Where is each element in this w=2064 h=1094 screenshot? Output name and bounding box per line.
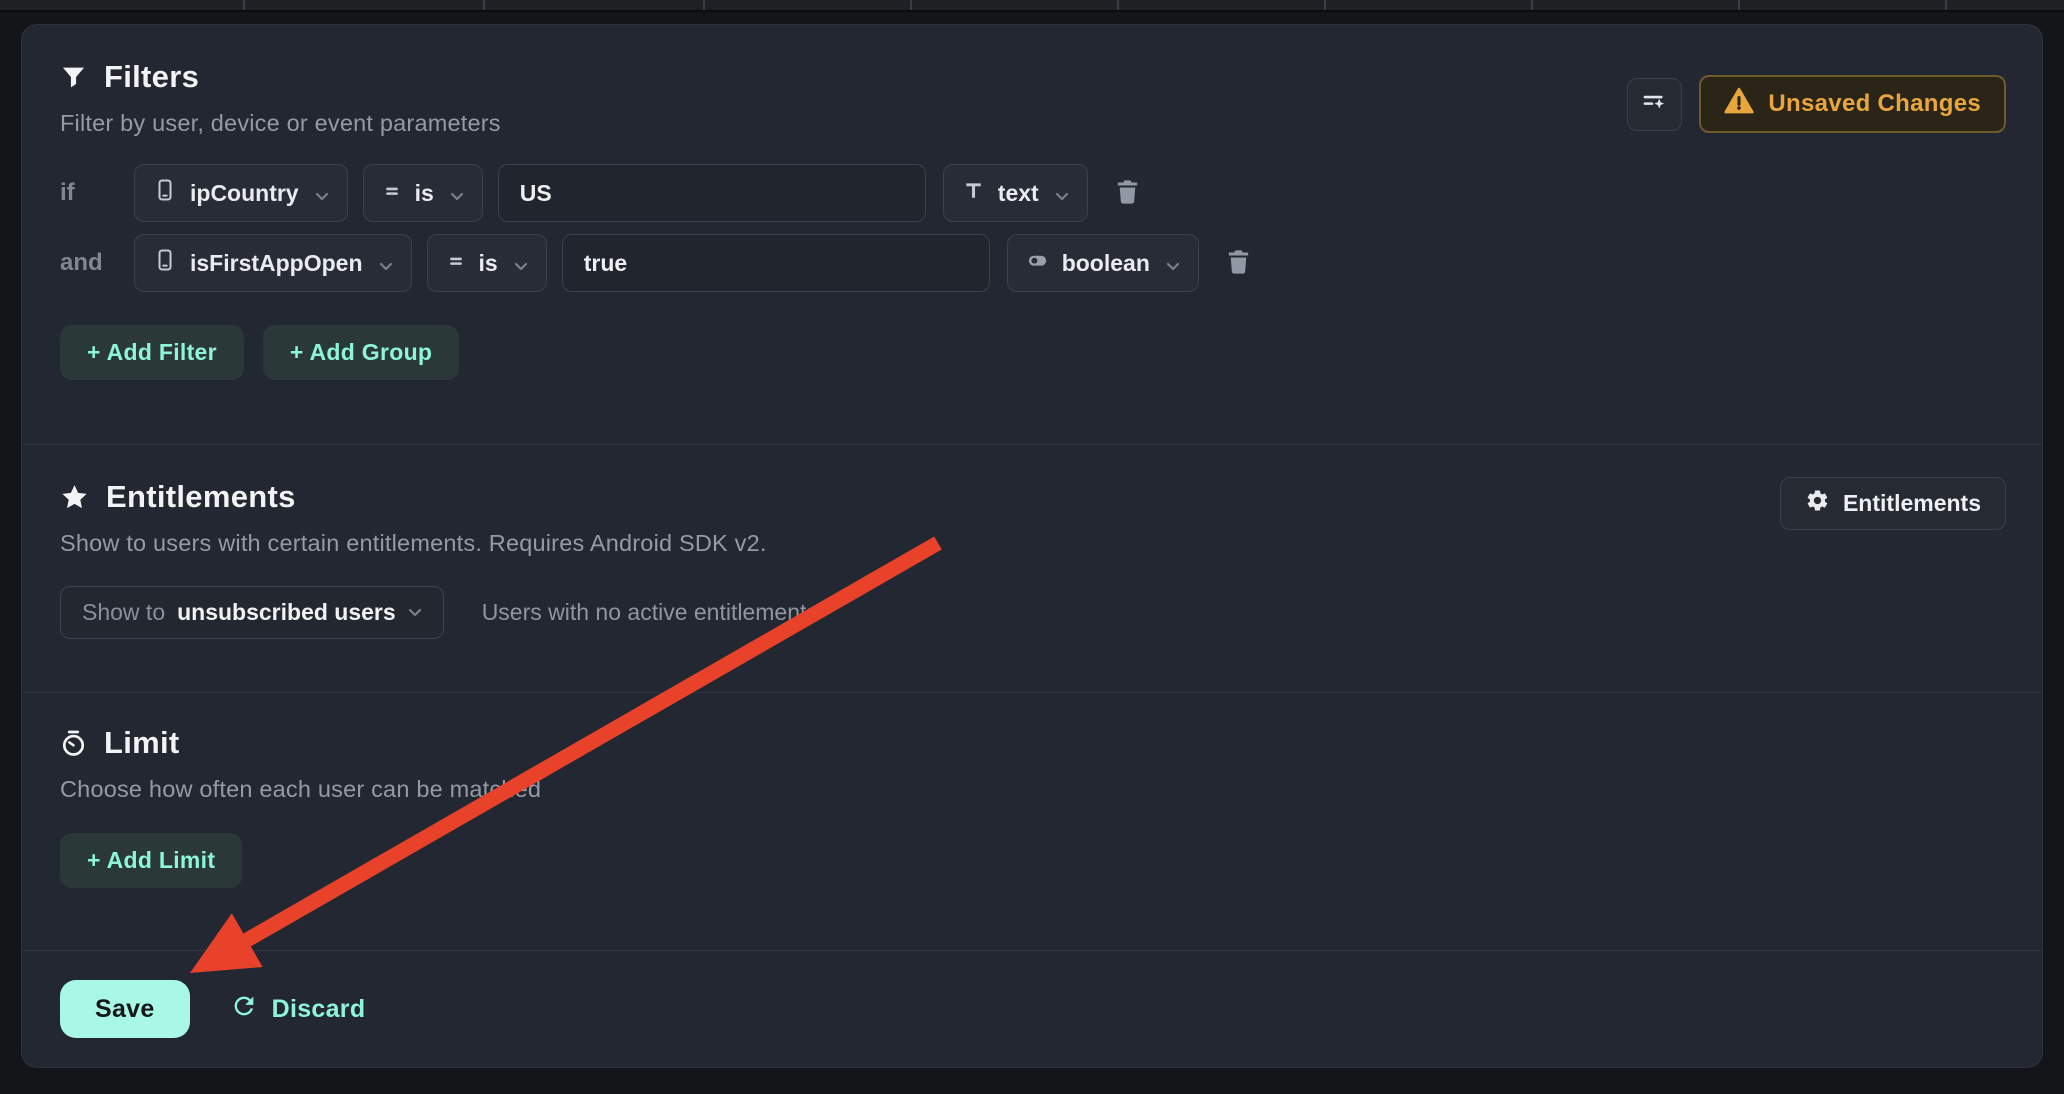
filters-title: Filters <box>104 59 199 95</box>
smartphone-icon <box>153 248 177 278</box>
entitlements-section: Entitlements Show to users with certain … <box>22 445 2042 692</box>
entitlements-title: Entitlements <box>106 479 296 515</box>
operator-select[interactable]: is <box>427 234 547 292</box>
gear-icon <box>1805 488 1830 519</box>
equals-icon <box>382 180 402 207</box>
entitlements-settings-button[interactable]: Entitlements <box>1780 477 2006 530</box>
trash-icon <box>1224 247 1253 279</box>
conjunction-label: if <box>60 179 134 207</box>
type-select-value: text <box>998 180 1039 207</box>
limit-subtitle: Choose how often each user can be matche… <box>60 776 2004 803</box>
type-select[interactable]: boolean <box>1007 234 1199 292</box>
unsaved-changes-label: Unsaved Changes <box>1768 90 1981 118</box>
filter-row: and isFirstAppOpen <box>60 234 2004 292</box>
type-select[interactable]: text <box>943 164 1088 222</box>
chevron-down-icon <box>379 250 393 277</box>
chevron-down-icon <box>315 180 329 207</box>
field-select-value: isFirstAppOpen <box>190 250 363 277</box>
entitlements-subtitle: Show to users with certain entitlements.… <box>60 530 2004 557</box>
operator-select[interactable]: is <box>363 164 483 222</box>
entitlements-helper-text: Users with no active entitlements <box>482 599 818 626</box>
warning-triangle-icon <box>1724 86 1754 123</box>
chevron-down-icon <box>408 604 422 622</box>
discard-button-label: Discard <box>272 995 366 1024</box>
field-select[interactable]: ipCountry <box>134 164 348 222</box>
delete-filter-button[interactable] <box>1109 173 1146 213</box>
type-select-value: boolean <box>1062 250 1150 277</box>
add-limit-button[interactable]: + Add Limit <box>60 833 242 888</box>
chevron-down-icon <box>1055 180 1069 207</box>
add-group-button[interactable]: + Add Group <box>263 325 459 380</box>
show-to-label: Show to <box>82 599 165 626</box>
tab-separator <box>1945 0 1947 10</box>
discard-button[interactable]: Discard <box>230 992 366 1027</box>
campaign-settings-panel: Filters Filter by user, device or event … <box>21 24 2043 1068</box>
conjunction-label: and <box>60 249 134 277</box>
operator-select-value: is <box>415 180 434 207</box>
refresh-icon <box>230 992 258 1027</box>
tab-separator <box>243 0 245 10</box>
actions-bar: Save Discard <box>22 951 2042 1067</box>
boolean-toggle-icon <box>1026 249 1049 278</box>
filter-sparkle-icon <box>1641 89 1668 119</box>
tab-separator <box>1324 0 1326 10</box>
add-filter-button[interactable]: + Add Filter <box>60 325 244 380</box>
tab-separator <box>1531 0 1533 10</box>
tab-separator <box>483 0 485 10</box>
browser-tab-strip <box>0 0 2064 12</box>
limit-section: Limit Choose how often each user can be … <box>22 693 2042 950</box>
chevron-down-icon <box>450 180 464 207</box>
tab-separator <box>703 0 705 10</box>
show-to-dropdown[interactable]: Show to unsubscribed users <box>60 586 444 639</box>
filter-row: if ipCountry <box>60 164 2004 222</box>
field-select[interactable]: isFirstAppOpen <box>134 234 412 292</box>
filter-options-button[interactable] <box>1627 78 1682 131</box>
show-to-value: unsubscribed users <box>177 599 396 626</box>
filter-rows: if ipCountry <box>60 164 2004 292</box>
operator-select-value: is <box>479 250 498 277</box>
chevron-down-icon <box>1166 250 1180 277</box>
save-button[interactable]: Save <box>60 980 190 1038</box>
limit-title: Limit <box>104 725 180 761</box>
filter-value-input[interactable] <box>498 164 926 222</box>
filter-value-input[interactable] <box>562 234 990 292</box>
smartphone-icon <box>153 178 177 208</box>
star-icon <box>60 483 89 512</box>
delete-filter-button[interactable] <box>1220 243 1257 283</box>
text-type-icon <box>962 179 985 208</box>
chevron-down-icon <box>514 250 528 277</box>
filters-section: Filters Filter by user, device or event … <box>22 25 2042 444</box>
field-select-value: ipCountry <box>190 180 299 207</box>
tab-separator <box>1738 0 1740 10</box>
tab-separator <box>910 0 912 10</box>
equals-icon <box>446 250 466 277</box>
stopwatch-icon <box>60 730 87 757</box>
entitlements-button-label: Entitlements <box>1843 490 1981 517</box>
unsaved-changes-badge: Unsaved Changes <box>1699 75 2006 133</box>
tab-separator <box>1117 0 1119 10</box>
funnel-icon <box>60 64 87 91</box>
trash-icon <box>1113 177 1142 209</box>
